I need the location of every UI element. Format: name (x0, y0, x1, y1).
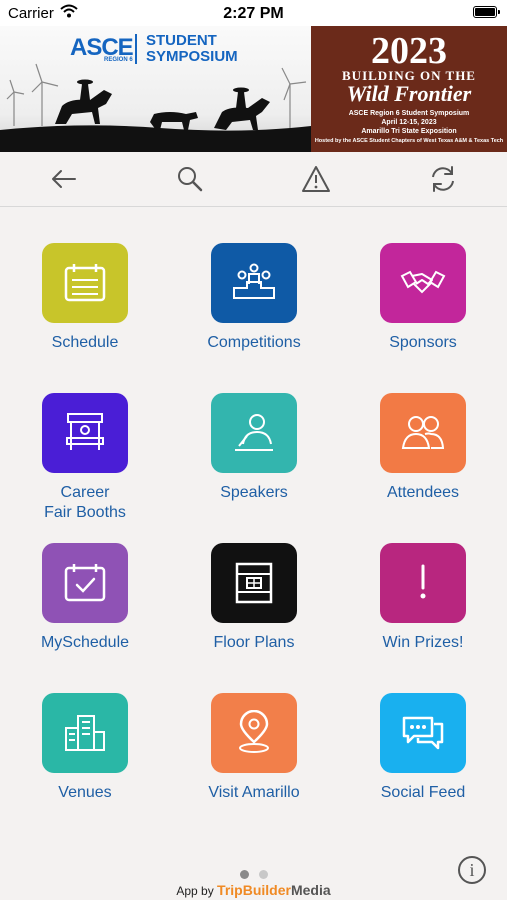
location-pin-icon (239, 710, 269, 753)
event-detail2: April 12-15, 2023 (381, 119, 437, 126)
menu-item-win-prizes[interactable]: Win Prizes! (339, 543, 507, 653)
menu-item-floor-plans[interactable]: Floor Plans (170, 543, 338, 653)
people-icon (401, 416, 445, 449)
menu-label-speakers: Speakers (220, 484, 288, 501)
battery-icon (473, 6, 500, 18)
page-dot[interactable] (258, 870, 268, 879)
menu-item-social-feed[interactable]: Social Feed (339, 693, 507, 803)
menu-label-sponsors: Sponsors (389, 334, 457, 351)
menu-label-visit-amarillo: Visit Amarillo (208, 784, 300, 801)
banner-theme-panel: 2023 BUILDING ON THE Wild Frontier ASCE … (311, 26, 507, 152)
menu-tile[interactable] (211, 693, 297, 773)
search-icon[interactable] (173, 162, 207, 196)
page-dot-active[interactable] (239, 870, 249, 879)
menu-item-speakers[interactable]: Speakers (170, 393, 338, 503)
info-icon[interactable]: i (458, 856, 486, 884)
media-logo-text: Media (290, 882, 331, 898)
menu-item-competitions[interactable]: Competitions (170, 243, 338, 353)
speaker-icon (235, 414, 273, 451)
calendar-icon (64, 264, 106, 302)
calendar-check-icon (64, 564, 106, 602)
menu-item-myschedule[interactable]: MySchedule (1, 543, 169, 653)
menu-label-venues: Venues (58, 784, 112, 801)
back-arrow-icon[interactable] (47, 162, 81, 196)
menu-label-competitions: Competitions (207, 334, 301, 351)
credit-prefix: App by (176, 884, 214, 898)
event-banner: ASCE REGION 6 STUDENT SYMPOSIUM 2023 BUI… (0, 26, 507, 152)
menu-item-venues[interactable]: Venues (1, 693, 169, 803)
toolbar (0, 152, 507, 207)
exclamation-icon (420, 564, 426, 599)
menu-tile[interactable] (380, 543, 466, 623)
event-detail1: ASCE Region 6 Student Symposium (348, 110, 470, 117)
menu-label-floor-plans: Floor Plans (213, 634, 295, 651)
theme-line2: Wild Frontier (346, 81, 472, 106)
event-detail4: Hosted by the ASCE Student Chapters of W… (314, 138, 504, 144)
cowboy-silhouette-scene (0, 63, 311, 152)
tripbuilder-logo: TripBuilder (217, 882, 291, 898)
menu-item-sponsors[interactable]: Sponsors (339, 243, 507, 353)
menu-tile[interactable] (42, 693, 128, 773)
floor-plan-icon (235, 562, 273, 604)
buildings-icon (65, 715, 105, 751)
menu-item-career-fair-booths[interactable]: Career Fair Booths (1, 393, 169, 523)
menu-item-attendees[interactable]: Attendees (339, 393, 507, 503)
menu-tile[interactable] (380, 243, 466, 323)
clock: 2:27 PM (223, 5, 284, 22)
event-detail3: Amarillo Tri State Exposition (361, 128, 457, 135)
menu-tile[interactable] (211, 543, 297, 623)
menu-label-schedule: Schedule (51, 334, 119, 351)
menu-tile[interactable] (380, 693, 466, 773)
menu-tile[interactable] (42, 243, 128, 323)
booth-icon (66, 413, 104, 450)
menu-tile[interactable] (380, 393, 466, 473)
menu-tile[interactable] (211, 393, 297, 473)
menu-label-myschedule: MySchedule (40, 634, 130, 651)
menu-label-social-feed: Social Feed (380, 784, 466, 801)
menu-label-win-prizes: Win Prizes! (382, 634, 464, 651)
status-bar: Carrier 2:27 PM (0, 0, 507, 26)
menu-tile[interactable] (211, 243, 297, 323)
refresh-icon[interactable] (426, 162, 460, 196)
alert-icon[interactable] (299, 162, 333, 196)
menu-tile[interactable] (42, 393, 128, 473)
chat-bubbles-icon (402, 716, 444, 750)
podium-icon (233, 263, 275, 299)
banner-logo-panel: ASCE REGION 6 STUDENT SYMPOSIUM (0, 26, 311, 152)
menu-item-schedule[interactable]: Schedule (1, 243, 169, 353)
handshake-icon (400, 270, 446, 294)
event-year: 2023 (371, 30, 447, 72)
menu-label-attendees: Attendees (386, 484, 460, 501)
app-credit: App by TripBuilderMedia (0, 882, 507, 898)
menu-tile[interactable] (42, 543, 128, 623)
menu-label-career-fair-booths: Career Fair Booths (44, 484, 126, 521)
menu-item-visit-amarillo[interactable]: Visit Amarillo (170, 693, 338, 803)
